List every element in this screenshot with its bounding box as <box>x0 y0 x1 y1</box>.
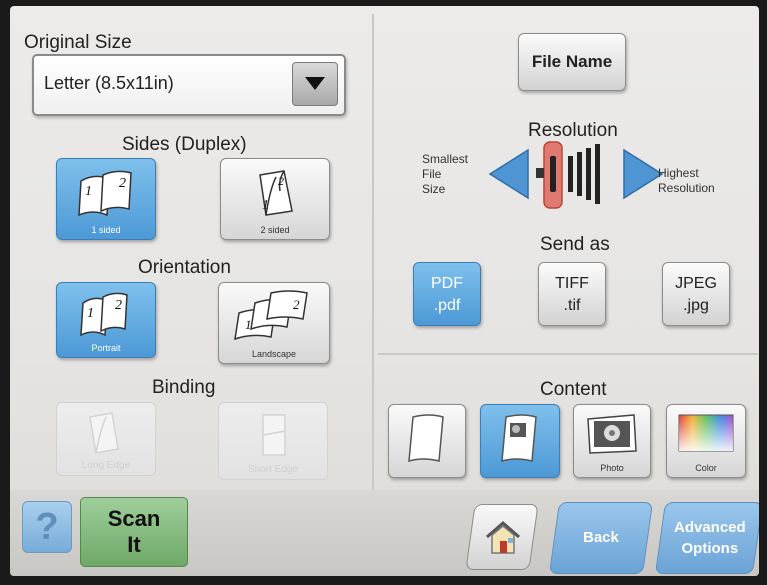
horizontal-divider <box>378 353 758 355</box>
blank-page-icon <box>408 414 444 463</box>
resolution-smallest-line: Size <box>422 182 446 196</box>
content-photo-button[interactable]: Photo <box>573 404 651 478</box>
bottom-toolbar: ? Scan It Back Advanced Options <box>10 490 759 576</box>
landscape-pages-icon: 1 2 <box>234 290 308 341</box>
resolution-highest-line: Highest <box>658 166 699 180</box>
resolution-smallest-label: Smallest File Size <box>422 152 468 197</box>
resolution-decrease-arrow-icon[interactable] <box>484 144 534 204</box>
svg-text:2: 2 <box>115 298 122 313</box>
content-text-photo-button[interactable] <box>480 404 560 478</box>
scan-it-line: It <box>127 532 141 557</box>
one-sided-pages-icon: 1 2 <box>78 170 132 217</box>
help-button[interactable]: ? <box>22 501 72 553</box>
orientation-label: Orientation <box>138 257 231 278</box>
svg-text:1: 1 <box>245 317 252 332</box>
content-label: Content <box>540 379 607 400</box>
vertical-divider <box>372 14 374 492</box>
binding-long-edge-caption: Long Edge <box>81 460 131 471</box>
portrait-pages-icon: 1 2 <box>80 292 128 337</box>
orientation-landscape-button[interactable]: 1 2 Landscape <box>218 282 330 364</box>
sides-1-sided-button[interactable]: 1 2 1 sided <box>56 158 156 240</box>
color-spectrum-icon <box>678 414 734 452</box>
text-photo-page-icon <box>501 414 537 463</box>
back-button[interactable]: Back <box>548 502 654 574</box>
home-icon <box>486 521 520 554</box>
binding-long-edge-button[interactable]: Long Edge <box>56 402 156 476</box>
binding-label: Binding <box>152 377 216 398</box>
resolution-highest-line: Resolution <box>658 181 715 195</box>
format-pdf-ext: .pdf <box>433 297 461 314</box>
sides-2-sided-button[interactable]: 1 2 2 sided <box>220 158 330 240</box>
advanced-options-line: Advanced <box>674 519 746 536</box>
scan-it-line: Scan <box>107 506 161 531</box>
content-photo-caption: Photo <box>600 463 624 473</box>
format-jpeg-ext: .jpg <box>683 297 709 314</box>
original-size-select[interactable]: Letter (8.5x11in) <box>32 54 346 116</box>
content-color-caption: Color <box>695 463 717 473</box>
format-jpeg-button[interactable]: JPEG .jpg <box>662 262 730 326</box>
home-button[interactable] <box>465 504 539 570</box>
help-icon: ? <box>35 506 59 548</box>
chevron-down-icon[interactable] <box>292 62 338 106</box>
svg-text:2: 2 <box>293 297 300 312</box>
resolution-highest-label: Highest Resolution <box>658 166 715 196</box>
svg-text:1: 1 <box>262 198 269 213</box>
content-color-button[interactable]: Color <box>666 404 746 478</box>
svg-text:2: 2 <box>278 174 284 188</box>
send-as-label: Send as <box>540 234 610 255</box>
format-jpeg-name: JPEG <box>675 275 717 292</box>
two-sided-pages-icon: 1 2 <box>259 170 293 216</box>
original-size-value: Letter (8.5x11in) <box>44 73 174 93</box>
orientation-portrait-caption: Portrait <box>91 343 121 353</box>
sides-2-sided-caption: 2 sided <box>260 225 290 235</box>
sides-1-sided-caption: 1 sided <box>91 225 121 235</box>
resolution-slider[interactable] <box>530 134 620 214</box>
long-edge-binding-icon <box>89 412 119 454</box>
resolution-smallest-line: Smallest <box>422 152 469 166</box>
binding-short-edge-button[interactable]: Short Edge <box>218 402 328 480</box>
advanced-options-line: Options <box>681 540 739 557</box>
svg-text:1: 1 <box>87 306 94 321</box>
resolution-smallest-line: File <box>422 167 442 181</box>
format-pdf-button[interactable]: PDF .pdf <box>413 262 481 326</box>
advanced-options-button[interactable]: Advanced Options <box>654 502 759 574</box>
scan-settings-screen: Original Size Letter (8.5x11in) Sides (D… <box>10 6 759 576</box>
format-tiff-name: TIFF <box>555 275 589 292</box>
svg-text:2: 2 <box>119 176 126 191</box>
binding-short-edge-caption: Short Edge <box>247 464 299 475</box>
photo-icon <box>587 414 637 454</box>
format-tiff-ext: .tif <box>563 297 581 314</box>
short-edge-binding-icon <box>262 414 286 456</box>
content-text-button[interactable] <box>388 404 466 478</box>
orientation-landscape-caption: Landscape <box>251 349 297 359</box>
format-pdf-name: PDF <box>431 275 463 292</box>
back-button-label: Back <box>583 529 619 546</box>
file-name-button[interactable]: File Name <box>518 33 626 91</box>
original-size-label: Original Size <box>24 32 132 53</box>
scan-it-button[interactable]: Scan It <box>80 497 188 567</box>
sides-label: Sides (Duplex) <box>122 134 247 155</box>
svg-text:1: 1 <box>85 184 92 199</box>
orientation-portrait-button[interactable]: 1 2 Portrait <box>56 282 156 358</box>
advanced-options-label: Advanced Options <box>674 503 746 559</box>
format-tiff-button[interactable]: TIFF .tif <box>538 262 606 326</box>
